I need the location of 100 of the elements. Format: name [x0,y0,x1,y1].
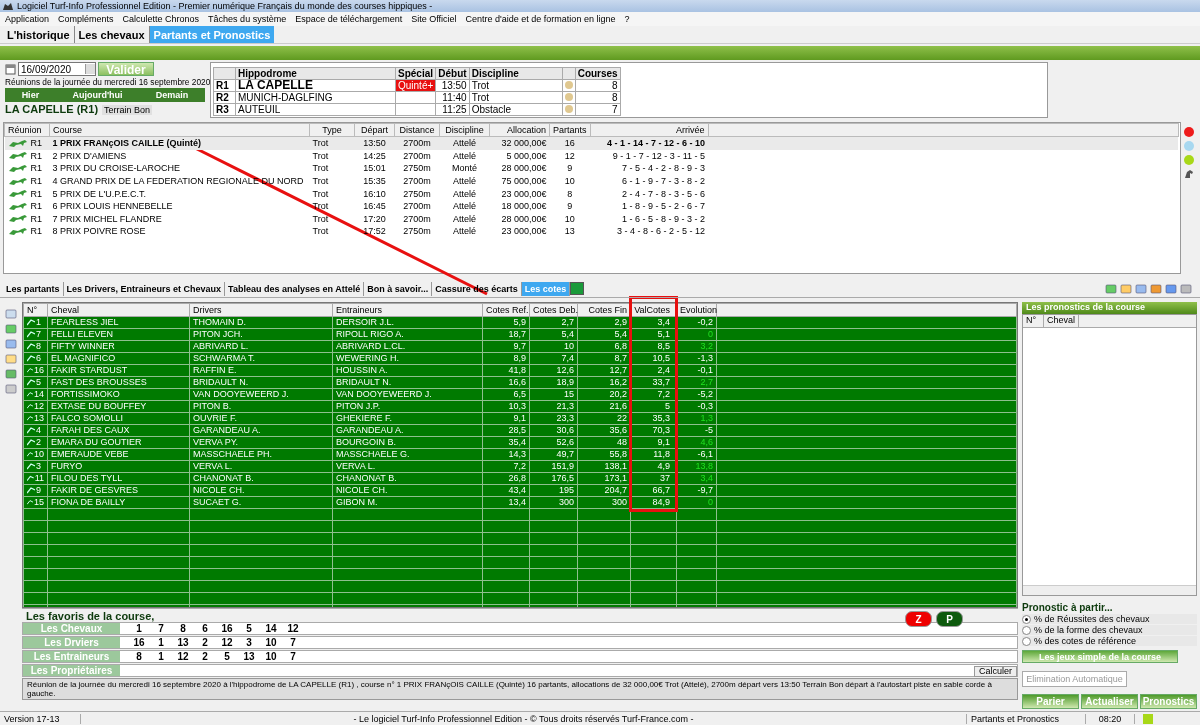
table-cell: BRIDAULT N. [336,377,392,387]
sub-tab[interactable]: Les partants [3,281,64,296]
table-cell: 300 [611,497,627,507]
table-cell: 21,6 [609,401,627,411]
status-dot[interactable] [1184,155,1194,165]
race-row[interactable]: R1 8 PRIX POIVRE ROSE Trot 17:52 2750m Attelé 23 000,00€ 13 3 - 4 - 8 - 6 - 2 - 5 - 12 [4,225,1179,238]
favorite-number: 2 [201,651,209,662]
table-cell: Trot [312,150,329,161]
table-cell: VAN DOOYEWEERD J. [193,389,289,399]
table-cell: 0 [708,329,713,339]
menu-item[interactable]: Site Officiel [411,14,457,24]
favorite-number: 16 [132,637,146,648]
filter-badge[interactable]: Z [905,611,932,627]
horse-icon [7,226,30,236]
table-cell: 2,7 [700,377,713,387]
table-cell: 7,2 [513,461,526,471]
horse-head-icon[interactable] [1184,169,1194,179]
table-cell: 28 000,00€ [501,163,547,174]
table-cell: 8,5 [657,341,670,351]
race-row[interactable]: R1 5 PRIX DE L'U.P.E.C.T. Trot 16:10 2750m Attelé 23 000,00€ 8 2 - 4 - 7 - 8 - 3 - 5 - 6 [4,187,1179,200]
day-button[interactable]: Hier [21,90,40,100]
table-cell: R1 [30,188,42,199]
table-cell: 2,7 [561,317,574,327]
horse-icon [7,138,30,148]
radio-option[interactable]: % des cotes de référence [1022,636,1197,646]
day-button[interactable]: Demain [155,90,189,100]
grid-icon[interactable] [570,282,585,295]
table-cell: 35,3 [652,413,670,423]
group-title: Pronostic à partir... [1022,602,1114,613]
favorite-number: 7 [289,637,297,648]
race-row[interactable]: R1 3 PRIX DU CROISE-LAROCHE Trot 15:01 2750m Monté 28 000,00€ 9 7 - 5 - 4 - 2 - 8 - 9 - 3 [4,162,1179,175]
table-cell: 2700m [403,150,431,161]
table-cell: 8 [575,79,621,92]
radio-option[interactable]: % de la forme des chevaux [1022,625,1197,635]
favorite-number: 12 [220,637,234,648]
filter-badge[interactable]: P [936,611,963,627]
table-cell: 204,7 [604,485,627,495]
table-cell: VERVA L. [336,461,376,471]
table-cell[interactable]: AUTEUIL [235,103,396,116]
section-title: Les favoris de la course, [25,610,155,622]
table-cell: -0,1 [697,365,713,375]
race-row[interactable]: R1 4 GRAND PRIX DE LA FEDERATION REGIONALE DU NORD Trot 15:35 2700m Attelé 75 000,00€ 10 6 - 1 - 9 - 7 - 3 - 8 - 2 [4,174,1179,188]
status-dot[interactable] [1184,141,1194,151]
menu-item[interactable]: Compléments [58,14,114,24]
table-cell: PITON B. [193,401,232,411]
calendar-icon[interactable] [5,63,16,75]
status-dot[interactable] [1184,127,1194,137]
race-row[interactable]: R1 6 PRIX LOUIS HENNEBELLE Trot 16:45 2700m Attelé 18 000,00€ 9 1 - 8 - 9 - 5 - 2 - 6 - 7 [4,199,1179,213]
table-cell[interactable]: MUNICH-DAGLFING [235,91,396,104]
table-cell: Trot [469,91,563,104]
column-header: Cotes Fin [577,303,631,317]
table-cell: 2 [36,437,41,448]
terrain-label: Terrain Bon [102,105,153,115]
sub-tab[interactable]: Tableau des analyses en Attelé [225,281,365,296]
day-button[interactable]: Aujourd'hui [72,90,123,100]
table-cell[interactable]: LA CAPELLE [235,79,396,92]
day-text: Réunions de la journée du mercredi 16 septembre 2020 [5,77,211,87]
table-cell: 16,2 [609,377,627,387]
table-cell: EMARA DU GOUTIER [51,437,142,447]
table-cell: R1 [30,176,42,187]
scrollbar[interactable] [1023,585,1196,595]
table-cell: VERVA L. [193,461,233,471]
table-cell: 6 [36,353,41,364]
table-cell: SCHWARMA T. [193,353,255,363]
menu-item[interactable]: ? [624,14,630,24]
menu-item[interactable]: Application [5,14,50,24]
table-cell: 4 GRAND PRIX DE LA FEDERATION REGIONALE DU NORD [52,176,304,187]
calculate-button[interactable]: Calculer [974,665,1017,677]
table-cell: 43,4 [508,485,526,495]
table-cell: 48 [617,437,627,447]
table-cell: 8 [567,188,573,199]
table-cell: 28 000,00€ [501,213,547,224]
horse-icon [7,164,30,173]
menu-item[interactable]: Centre d'aide et de formation en ligne [465,14,616,24]
table-cell: Attelé [453,201,476,212]
table-cell: 3,2 [700,341,713,351]
radio-option[interactable]: % de Réussites des chevaux [1022,614,1197,624]
table-cell: 7 [36,329,41,340]
table-cell: 1,3 [700,413,713,423]
sub-tab[interactable]: Les Drivers, Entraineurs et Chevaux [63,281,226,296]
main-tab[interactable]: L'historique [3,26,75,43]
window-title: Logiciel Turf-Info Professionnel Edition - Premier numérique Français du monde des courses hippiques - [17,1,433,11]
table-cell: FILOU DES TYLL [51,473,123,483]
menu-item[interactable]: Calculette Chronos [122,14,200,24]
table-cell: GARANDEAU A. [193,425,261,435]
menu-item[interactable]: Tâches du système [208,14,287,24]
table-cell: 6 PRIX LOUIS HENNEBELLE [52,201,173,212]
race-row[interactable]: R1 2 PRIX D'AMIENS Trot 14:25 2700m Attelé 5 000,00€ 12 9 - 1 - 7 - 12 - 3 - 11 - 5 [4,149,1179,163]
favorite-number: 7 [157,623,165,634]
race-row[interactable]: R1 7 PRIX MICHEL FLANDRE Trot 17:20 2700m Attelé 28 000,00€ 10 1 - 6 - 5 - 8 - 9 - 3 - 2 [4,212,1179,226]
date-field[interactable]: 16/09/2020 [18,62,96,76]
menu-item[interactable]: Espace de téléchargement [295,14,403,24]
table-cell: 2 PRIX D'AMIENS [52,150,127,161]
table-cell: 30,6 [556,425,574,435]
table-cell: 17:20 [363,213,386,224]
sub-tab[interactable]: Bon à savoir... [364,281,433,296]
main-tab[interactable]: Les chevaux [74,26,150,43]
table-cell: 10 [564,341,574,351]
table-cell: GHEKIERE F. [336,413,392,423]
table-cell: 2700m [403,213,431,224]
